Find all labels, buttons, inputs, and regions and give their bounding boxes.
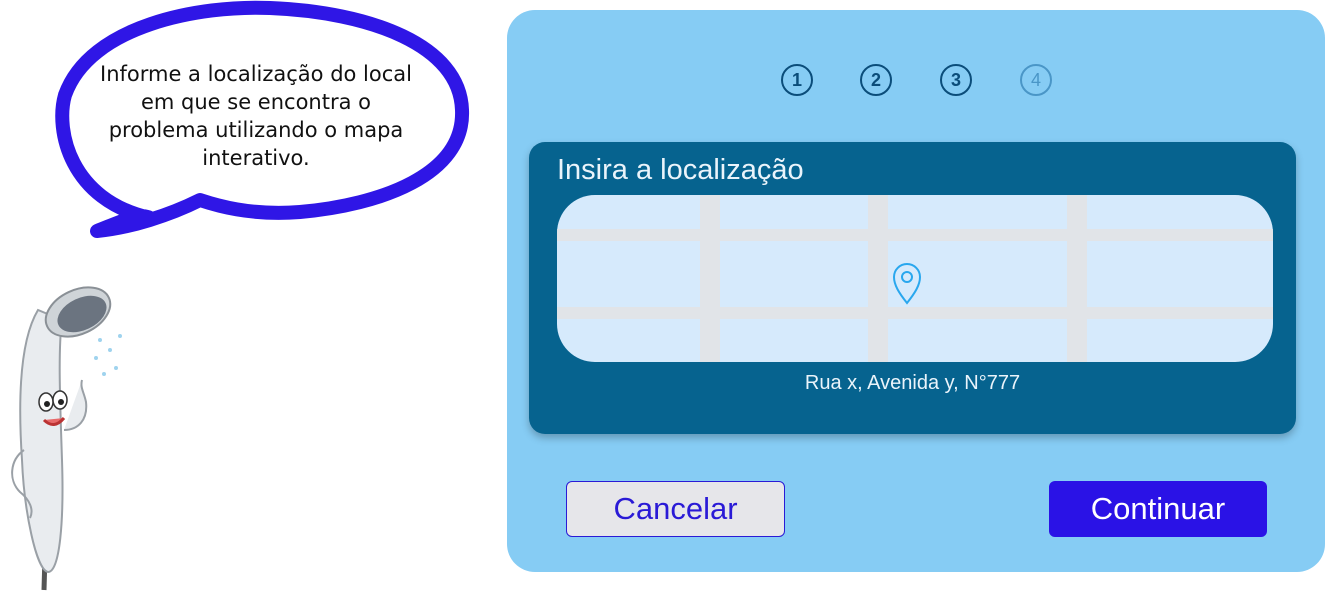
- step-2-indicator: 2: [860, 64, 892, 96]
- map-road: [868, 195, 888, 362]
- location-card-title: Insira a localização: [557, 154, 804, 186]
- map-road: [700, 195, 720, 362]
- map-road: [557, 307, 1273, 319]
- interactive-map[interactable]: [557, 195, 1273, 362]
- map-pin-icon[interactable]: [891, 261, 923, 305]
- map-road: [1067, 195, 1087, 362]
- shower-head-mascot-icon: [11, 286, 122, 591]
- assistant-message: Informe a localização do local em que se…: [100, 62, 412, 170]
- continue-button[interactable]: Continuar: [1049, 481, 1267, 537]
- step-3-indicator: 3: [940, 64, 972, 96]
- step-1-indicator: 1: [781, 64, 813, 96]
- step-4-indicator: 4: [1020, 64, 1052, 96]
- cancel-button[interactable]: Cancelar: [566, 481, 785, 537]
- map-road: [557, 229, 1273, 241]
- location-wizard-panel: 1 2 3 4 Insira a localização Rua x, Aven…: [507, 10, 1325, 572]
- location-card: Insira a localização Rua x, Avenida y, N…: [529, 142, 1296, 434]
- selected-address: Rua x, Avenida y, N°777: [804, 372, 1021, 394]
